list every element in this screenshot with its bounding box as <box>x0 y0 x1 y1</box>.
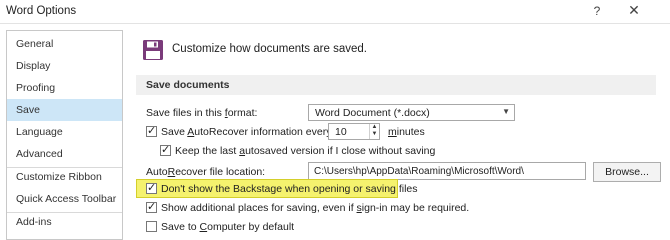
sidebar-item-quick-access-toolbar[interactable]: Quick Access Toolbar <box>7 188 122 210</box>
checkmark-icon: ✓ <box>147 201 157 213</box>
options-sidebar: General Display Proofing Save Language A… <box>6 30 123 240</box>
format-dropdown[interactable]: Word Document (*.docx) ▼ <box>308 104 515 121</box>
autorecover-location-value: C:\Users\hp\AppData\Roaming\Microsoft\Wo… <box>314 166 524 177</box>
browse-button[interactable]: Browse... <box>593 162 661 182</box>
sidebar-item-save[interactable]: Save <box>7 99 122 121</box>
backstage-checkbox[interactable]: ✓ <box>146 182 157 194</box>
window-title: Word Options <box>6 5 77 17</box>
save-options-panel: Customize how documents are saved. Save … <box>124 24 670 236</box>
section-title: Save documents <box>146 79 230 91</box>
section-header: Save documents <box>136 75 656 95</box>
chevron-down-icon: ▼ <box>502 107 510 116</box>
floppy-disk-icon <box>143 40 163 60</box>
checkmark-icon: ✓ <box>147 125 157 137</box>
title-bar: Word Options ? ✕ <box>0 0 670 24</box>
keep-last-label: Keep the last autosaved version if I clo… <box>175 145 436 157</box>
help-button[interactable]: ? <box>590 4 604 18</box>
autorecover-minutes-value: 10 <box>335 126 347 138</box>
save-to-computer-label: Save to Computer by default <box>161 221 295 233</box>
additional-places-label: Show additional places for saving, even … <box>161 202 470 214</box>
save-to-computer-checkbox[interactable] <box>146 221 157 232</box>
sidebar-item-advanced[interactable]: Advanced <box>7 143 122 165</box>
checkmark-icon: ✓ <box>161 144 171 156</box>
autorecover-label: Save AutoRecover information every <box>161 126 332 138</box>
keep-last-checkbox[interactable]: ✓ <box>160 144 171 156</box>
autorecover-location-label: AutoRecover file location: <box>146 166 266 178</box>
autorecover-minutes-stepper[interactable]: 10 ▲ ▼ <box>328 123 380 140</box>
additional-places-checkbox[interactable]: ✓ <box>146 201 157 213</box>
sidebar-item-customize-ribbon[interactable]: Customize Ribbon <box>7 166 122 188</box>
backstage-label: Don't show the Backstage when opening or… <box>161 183 418 195</box>
autorecover-checkbox[interactable]: ✓ <box>146 125 157 137</box>
stepper-arrows-icon[interactable]: ▲ ▼ <box>369 124 379 139</box>
close-button[interactable]: ✕ <box>625 2 643 19</box>
checkmark-icon: ✓ <box>147 182 157 194</box>
page-heading: Customize how documents are saved. <box>172 43 367 55</box>
autorecover-location-field[interactable]: C:\Users\hp\AppData\Roaming\Microsoft\Wo… <box>308 162 586 180</box>
sidebar-item-add-ins[interactable]: Add-ins <box>7 211 122 233</box>
format-label: Save files in this format: <box>146 107 258 119</box>
sidebar-item-general[interactable]: General <box>7 33 122 55</box>
sidebar-item-language[interactable]: Language <box>7 121 122 143</box>
sidebar-item-display[interactable]: Display <box>7 55 122 77</box>
sidebar-item-proofing[interactable]: Proofing <box>7 77 122 99</box>
format-dropdown-value: Word Document (*.docx) <box>315 107 430 119</box>
minutes-label: minutes <box>388 126 425 138</box>
